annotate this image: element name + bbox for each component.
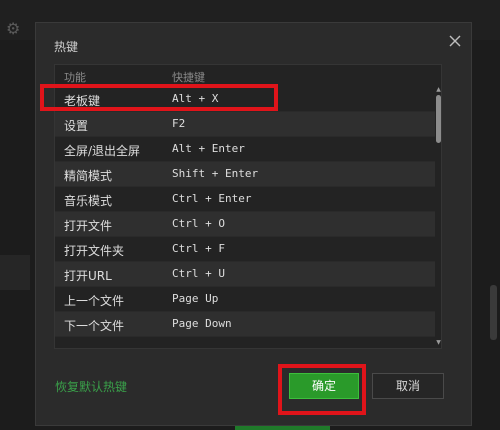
hotkey-dialog: 热键 功能 快捷键 老板键 Alt + X 设置 F2 全屏/退出全屏 Alt …: [35, 22, 472, 426]
row-function: 设置: [64, 119, 89, 133]
table-row[interactable]: 打开URL Ctrl + U: [55, 262, 435, 287]
row-shortcut: Alt + Enter: [172, 142, 245, 155]
app-side-panel: [0, 255, 30, 290]
header-function: 功能: [64, 71, 86, 84]
row-shortcut: Page Up: [172, 292, 219, 305]
highlight-box-ok-button: [278, 364, 366, 415]
cancel-button[interactable]: 取消: [372, 373, 444, 399]
gear-icon: ⚙: [6, 19, 21, 38]
chevron-up-icon[interactable]: ▲: [436, 87, 441, 93]
row-function: 打开URL: [64, 269, 112, 283]
row-function: 打开文件夹: [64, 244, 125, 258]
row-shortcut: Ctrl + O: [172, 217, 225, 230]
table-body: 老板键 Alt + X 设置 F2 全屏/退出全屏 Alt + Enter 精简…: [55, 87, 435, 348]
row-function: 全屏/退出全屏: [64, 144, 141, 158]
app-scrollbar[interactable]: [490, 285, 497, 340]
table-row[interactable]: 上一个文件 Page Up: [55, 287, 435, 312]
row-function: 上一个文件: [64, 294, 125, 308]
scroll-thumb[interactable]: [436, 95, 441, 143]
row-shortcut: F2: [172, 117, 186, 130]
highlight-box-boss-key: [40, 84, 278, 111]
row-function: 打开文件: [64, 219, 113, 233]
row-shortcut: Ctrl + F: [172, 242, 225, 255]
restore-defaults-link[interactable]: 恢复默认热键: [55, 378, 127, 395]
table-row[interactable]: 打开文件 Ctrl + O: [55, 212, 435, 237]
close-icon[interactable]: [447, 33, 463, 49]
row-shortcut: Page Down: [172, 317, 232, 330]
header-shortcut: 快捷键: [172, 71, 205, 84]
row-shortcut: Ctrl + Enter: [172, 192, 252, 205]
table-row[interactable]: 音乐模式 Ctrl + Enter: [55, 187, 435, 212]
dialog-title: 热键: [54, 40, 79, 54]
row-function: 下一个文件: [64, 319, 125, 333]
row-shortcut: Shift + Enter: [172, 167, 259, 180]
row-function: 精简模式: [64, 169, 113, 183]
table-scrollbar[interactable]: ▲ ▼: [436, 87, 441, 348]
row-function: 音乐模式: [64, 194, 113, 208]
table-row[interactable]: 精简模式 Shift + Enter: [55, 162, 435, 187]
table-row[interactable]: 下一个文件 Page Down: [55, 312, 435, 337]
chevron-down-icon[interactable]: ▼: [436, 340, 441, 346]
table-row[interactable]: 全屏/退出全屏 Alt + Enter: [55, 137, 435, 162]
table-row-partial[interactable]: [55, 337, 435, 348]
row-shortcut: Ctrl + U: [172, 267, 225, 280]
table-row[interactable]: 设置 F2: [55, 112, 435, 137]
table-row[interactable]: 打开文件夹 Ctrl + F: [55, 237, 435, 262]
